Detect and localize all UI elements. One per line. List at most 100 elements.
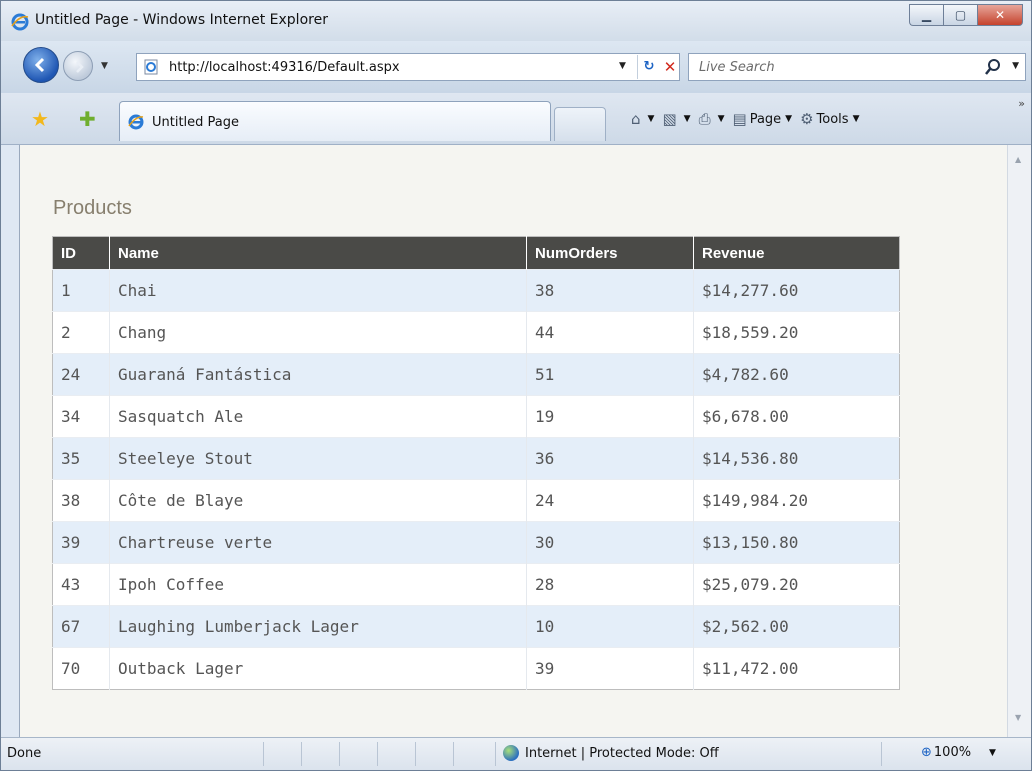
security-zone[interactable]: Internet | Protected Mode: Off: [503, 745, 719, 761]
maximize-button[interactable]: ▢: [943, 4, 977, 26]
cell-id: 34: [52, 395, 110, 438]
cell-id: 24: [52, 353, 110, 396]
favorites-star-icon[interactable]: ★: [31, 107, 49, 131]
internet-explorer-icon: [128, 114, 144, 130]
page-icon: [144, 59, 158, 75]
status-divider: [881, 742, 882, 766]
cell-numorders: 28: [526, 563, 694, 606]
cell-name: Ipoh Coffee: [109, 563, 527, 606]
internet-globe-icon: [503, 745, 519, 761]
cell-numorders: 36: [526, 437, 694, 480]
address-bar[interactable]: http://localhost:49316/Default.aspx ▼ ↻ …: [136, 53, 680, 81]
search-icon[interactable]: [985, 58, 1001, 76]
search-box[interactable]: Live Search ▼: [688, 53, 1026, 81]
back-arrow-icon: [34, 57, 45, 73]
security-zone-label: Internet | Protected Mode: Off: [525, 745, 719, 761]
cell-name: Sasquatch Ale: [109, 395, 527, 438]
cell-id: 1: [52, 269, 110, 312]
status-divider: [339, 742, 340, 766]
cell-name: Chang: [109, 311, 527, 354]
refresh-icon[interactable]: ↻: [637, 55, 660, 79]
cell-name: Côte de Blaye: [109, 479, 527, 522]
page-menu-icon: ▤: [732, 110, 747, 128]
scroll-down-icon[interactable]: ▼: [1015, 713, 1021, 722]
cell-id: 2: [52, 311, 110, 354]
table-header-row: ID Name NumOrders Revenue: [52, 236, 900, 270]
cell-revenue: $18,559.20: [693, 311, 900, 354]
minimize-icon: ▁: [921, 8, 932, 22]
address-input[interactable]: http://localhost:49316/Default.aspx: [169, 60, 400, 75]
minimize-button[interactable]: ▁: [909, 4, 943, 26]
home-icon: ⌂: [631, 110, 641, 128]
cell-revenue: $2,562.00: [693, 605, 900, 648]
search-options-icon[interactable]: ▼: [1012, 61, 1019, 71]
table-row: 2 Chang 44 $18,559.20: [52, 311, 900, 354]
cell-numorders: 30: [526, 521, 694, 564]
cell-revenue: $4,782.60: [693, 353, 900, 396]
table-row: 43 Ipoh Coffee 28 $25,079.20: [52, 563, 900, 606]
toolbar-overflow-icon[interactable]: »: [1018, 97, 1025, 110]
zoom-dropdown-icon[interactable]: ▼: [989, 748, 996, 758]
cell-revenue: $149,984.20: [693, 479, 900, 522]
internet-explorer-icon: [11, 13, 29, 31]
status-divider: [263, 742, 264, 766]
cell-name: Outback Lager: [109, 647, 527, 690]
column-header: ID: [52, 236, 110, 270]
new-tab-button[interactable]: [554, 107, 606, 141]
home-dropdown-icon[interactable]: ▼: [648, 114, 655, 124]
cell-id: 43: [52, 563, 110, 606]
vertical-scrollbar[interactable]: ▲ ▼: [1007, 145, 1031, 737]
print-button[interactable]: ⎙ ▼: [699, 110, 725, 128]
status-divider: [301, 742, 302, 766]
table-row: 39 Chartreuse verte 30 $13,150.80: [52, 521, 900, 564]
tab-bar: ★ ✚ Untitled Page ⌂ ▼ ▧ ▼ ⎙ ▼ ▤ Page ▼ ⚙…: [1, 93, 1031, 145]
cell-numorders: 51: [526, 353, 694, 396]
cell-numorders: 10: [526, 605, 694, 648]
tab-untitled-page[interactable]: Untitled Page: [119, 101, 551, 141]
table-row: 67 Laughing Lumberjack Lager 10 $2,562.0…: [52, 605, 900, 648]
feeds-dropdown-icon[interactable]: ▼: [684, 114, 691, 124]
rss-feed-icon: ▧: [662, 110, 677, 128]
cell-name: Guaraná Fantástica: [109, 353, 527, 396]
cell-numorders: 38: [526, 269, 694, 312]
page-content: Products ID Name NumOrders Revenue 1 Cha…: [19, 145, 1007, 737]
close-button[interactable]: ✕: [977, 4, 1023, 26]
status-divider: [415, 742, 416, 766]
zoom-control[interactable]: ⊕ 100%: [921, 745, 971, 760]
navigation-bar: ▼ http://localhost:49316/Default.aspx ▼ …: [1, 41, 1031, 93]
table-row: 1 Chai 38 $14,277.60: [52, 269, 900, 312]
address-dropdown-icon[interactable]: ▼: [619, 61, 626, 71]
page-heading: Products: [53, 197, 132, 219]
table-row: 38 Côte de Blaye 24 $149,984.20: [52, 479, 900, 522]
cell-numorders: 44: [526, 311, 694, 354]
cell-numorders: 39: [526, 647, 694, 690]
table-row: 35 Steeleye Stout 36 $14,536.80: [52, 437, 900, 480]
table-row: 34 Sasquatch Ale 19 $6,678.00: [52, 395, 900, 438]
cell-id: 35: [52, 437, 110, 480]
cell-id: 67: [52, 605, 110, 648]
back-button[interactable]: [23, 47, 59, 83]
printer-icon: ⎙: [698, 110, 711, 128]
cell-revenue: $25,079.20: [693, 563, 900, 606]
chevron-down-icon: ▼: [852, 114, 860, 124]
cell-revenue: $6,678.00: [693, 395, 900, 438]
cell-numorders: 19: [526, 395, 694, 438]
history-dropdown-icon[interactable]: ▼: [101, 61, 108, 71]
forward-button[interactable]: [63, 51, 93, 81]
stop-icon[interactable]: ✕: [659, 55, 681, 79]
scroll-up-icon[interactable]: ▲: [1015, 155, 1021, 164]
search-input[interactable]: Live Search: [699, 60, 775, 75]
forward-arrow-icon: [76, 61, 84, 73]
add-favorites-icon[interactable]: ✚: [79, 107, 96, 131]
home-button[interactable]: ⌂ ▼: [631, 110, 654, 128]
print-dropdown-icon[interactable]: ▼: [718, 114, 725, 124]
cell-name: Chai: [109, 269, 527, 312]
cell-id: 39: [52, 521, 110, 564]
cell-name: Steeleye Stout: [109, 437, 527, 480]
feeds-button[interactable]: ▧ ▼: [662, 110, 690, 128]
tools-menu-label: Tools: [816, 111, 849, 127]
cell-revenue: $13,150.80: [693, 521, 900, 564]
tools-menu-button[interactable]: ⚙ Tools ▼: [800, 110, 859, 128]
zoom-icon: ⊕: [921, 745, 932, 760]
page-menu-button[interactable]: ▤ Page ▼: [733, 110, 793, 128]
